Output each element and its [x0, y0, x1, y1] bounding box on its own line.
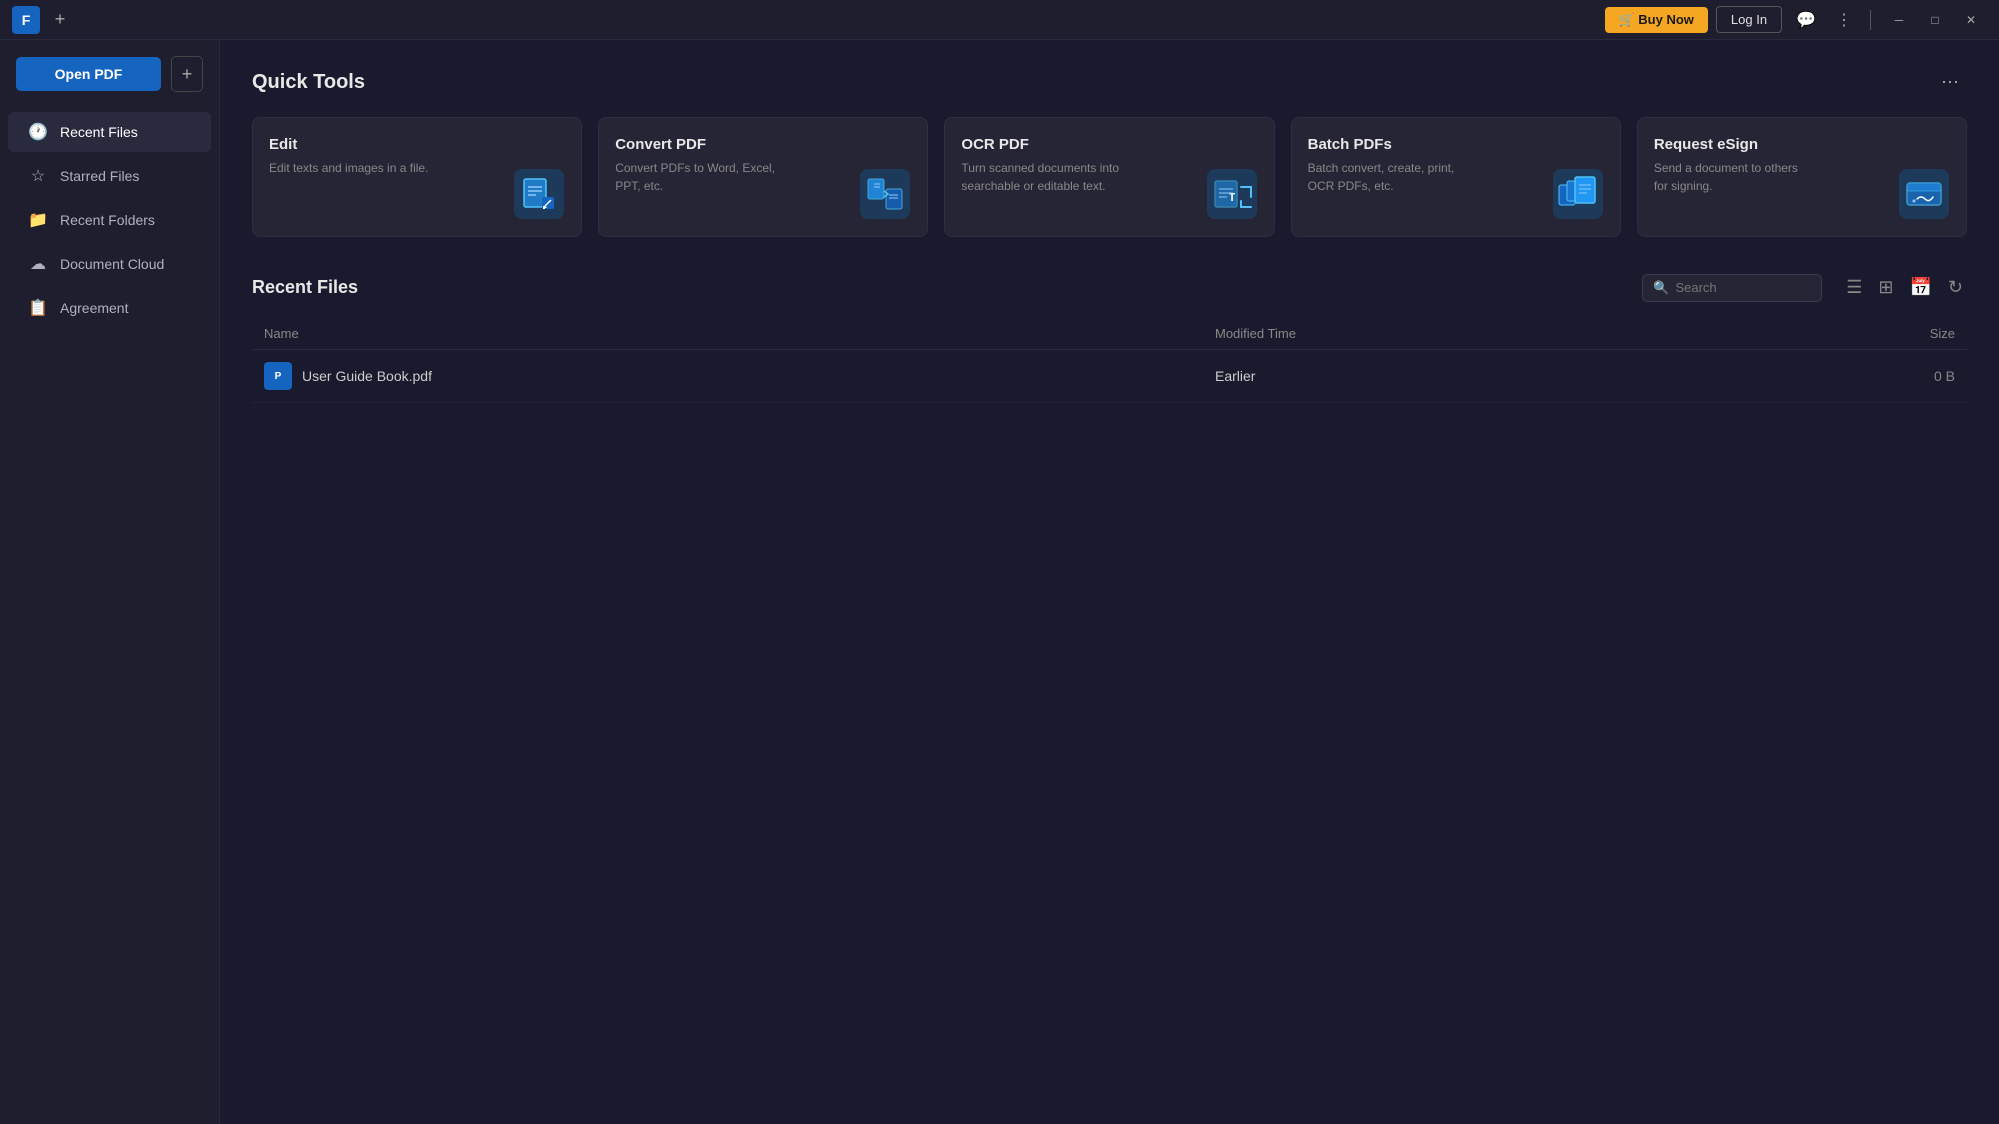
- sidebar-item-label: Recent Files: [60, 124, 138, 140]
- window-controls: ─ □ ✕: [1883, 6, 1987, 34]
- sidebar-item-label: Starred Files: [60, 168, 139, 184]
- tool-card-request-esign[interactable]: Request eSign Send a document to others …: [1637, 117, 1967, 237]
- quick-tools-grid: Edit Edit texts and images in a file.: [252, 117, 1967, 237]
- grid-view-button[interactable]: ⊞: [1874, 273, 1897, 302]
- maximize-button[interactable]: □: [1919, 6, 1951, 34]
- tool-card-batch-desc: Batch convert, create, print, OCR PDFs, …: [1308, 159, 1468, 195]
- titlebar-divider: [1870, 10, 1871, 30]
- table-row[interactable]: P User Guide Book.pdf Earlier 0 B: [252, 350, 1967, 403]
- sidebar-item-recent-files[interactable]: 🕐 Recent Files: [8, 112, 211, 152]
- search-input[interactable]: [1675, 280, 1811, 295]
- pdf-file-icon: P: [264, 362, 292, 390]
- column-header-size: Size: [1723, 318, 1967, 350]
- file-name-label: User Guide Book.pdf: [302, 368, 432, 384]
- app-body: Open PDF + 🕐 Recent Files ☆ Starred File…: [0, 40, 1999, 1124]
- open-pdf-button[interactable]: Open PDF: [16, 57, 161, 91]
- files-table-header-row: Name Modified Time Size: [252, 318, 1967, 350]
- app-logo: F: [12, 6, 40, 34]
- tool-card-ocr-pdf[interactable]: OCR PDF Turn scanned documents into sear…: [944, 117, 1274, 237]
- chat-icon-button[interactable]: 💬: [1790, 6, 1822, 34]
- tool-card-esign-desc: Send a document to others for signing.: [1654, 159, 1814, 195]
- files-table-head: Name Modified Time Size: [252, 318, 1967, 350]
- tool-card-ocr-title: OCR PDF: [961, 136, 1257, 153]
- login-button[interactable]: Log In: [1716, 6, 1782, 33]
- sidebar-item-label: Recent Folders: [60, 212, 155, 228]
- tool-card-convert-desc: Convert PDFs to Word, Excel, PPT, etc.: [615, 159, 775, 195]
- search-icon: 🔍: [1653, 280, 1669, 296]
- tool-card-edit-title: Edit: [269, 136, 565, 153]
- more-options-button[interactable]: ⋮: [1830, 6, 1858, 34]
- sidebar-item-document-cloud[interactable]: ☁ Document Cloud: [8, 244, 211, 284]
- add-button[interactable]: +: [171, 56, 203, 92]
- ocr-tool-icon: T: [1206, 168, 1258, 220]
- tool-card-esign-title: Request eSign: [1654, 136, 1950, 153]
- sidebar-item-label: Agreement: [60, 300, 128, 316]
- starred-files-icon: ☆: [28, 166, 48, 186]
- file-size: 0 B: [1723, 350, 1967, 403]
- column-header-modified: Modified Time: [1203, 318, 1723, 350]
- main-content: Quick Tools ⋯ Edit Edit texts and images…: [220, 40, 1999, 1124]
- files-table-body: P User Guide Book.pdf Earlier 0 B: [252, 350, 1967, 403]
- recent-files-section-header: Recent Files 🔍 ☰ ⊞ 📅 ↻: [252, 273, 1967, 302]
- close-button[interactable]: ✕: [1955, 6, 1987, 34]
- convert-tool-icon: [859, 168, 911, 220]
- sidebar-item-agreement[interactable]: 📋 Agreement: [8, 288, 211, 328]
- tool-card-batch-pdfs[interactable]: Batch PDFs Batch convert, create, print,…: [1291, 117, 1621, 237]
- calendar-view-button[interactable]: 📅: [1905, 273, 1935, 302]
- tool-card-edit[interactable]: Edit Edit texts and images in a file.: [252, 117, 582, 237]
- tool-card-batch-title: Batch PDFs: [1308, 136, 1604, 153]
- new-tab-button[interactable]: +: [48, 8, 72, 32]
- sidebar-top: Open PDF +: [0, 56, 219, 108]
- quick-tools-more-button[interactable]: ⋯: [1933, 68, 1967, 97]
- tool-card-convert-pdf[interactable]: Convert PDF Convert PDFs to Word, Excel,…: [598, 117, 928, 237]
- batch-tool-icon: [1552, 168, 1604, 220]
- file-modified-time: Earlier: [1203, 350, 1723, 403]
- sidebar-item-starred-files[interactable]: ☆ Starred Files: [8, 156, 211, 196]
- esign-tool-icon: [1898, 168, 1950, 220]
- agreement-icon: 📋: [28, 298, 48, 318]
- column-header-name: Name: [252, 318, 1203, 350]
- list-view-button[interactable]: ☰: [1842, 273, 1866, 302]
- tool-card-convert-title: Convert PDF: [615, 136, 911, 153]
- tool-card-ocr-desc: Turn scanned documents into searchable o…: [961, 159, 1121, 195]
- quick-tools-section-header: Quick Tools ⋯: [252, 68, 1967, 97]
- file-name-cell: P User Guide Book.pdf: [252, 350, 1203, 403]
- recent-files-icon: 🕐: [28, 122, 48, 142]
- quick-tools-title: Quick Tools: [252, 71, 365, 94]
- search-box[interactable]: 🔍: [1642, 274, 1822, 302]
- recent-files-controls: 🔍 ☰ ⊞ 📅 ↻: [1642, 273, 1967, 302]
- files-table: Name Modified Time Size P User Guide Boo…: [252, 318, 1967, 403]
- sidebar-item-label: Document Cloud: [60, 256, 164, 272]
- document-cloud-icon: ☁: [28, 254, 48, 274]
- buy-now-button[interactable]: 🛒 Buy Now: [1605, 7, 1708, 33]
- view-controls: ☰ ⊞ 📅 ↻: [1842, 273, 1967, 302]
- recent-folders-icon: 📁: [28, 210, 48, 230]
- refresh-button[interactable]: ↻: [1944, 273, 1967, 302]
- recent-files-title: Recent Files: [252, 277, 358, 298]
- minimize-button[interactable]: ─: [1883, 6, 1915, 34]
- sidebar: Open PDF + 🕐 Recent Files ☆ Starred File…: [0, 40, 220, 1124]
- edit-tool-icon: [513, 168, 565, 220]
- titlebar: F + 🛒 Buy Now Log In 💬 ⋮ ─ □ ✕: [0, 0, 1999, 40]
- tool-card-edit-desc: Edit texts and images in a file.: [269, 159, 429, 177]
- titlebar-actions: 🛒 Buy Now Log In 💬 ⋮ ─ □ ✕: [1605, 6, 1988, 34]
- sidebar-item-recent-folders[interactable]: 📁 Recent Folders: [8, 200, 211, 240]
